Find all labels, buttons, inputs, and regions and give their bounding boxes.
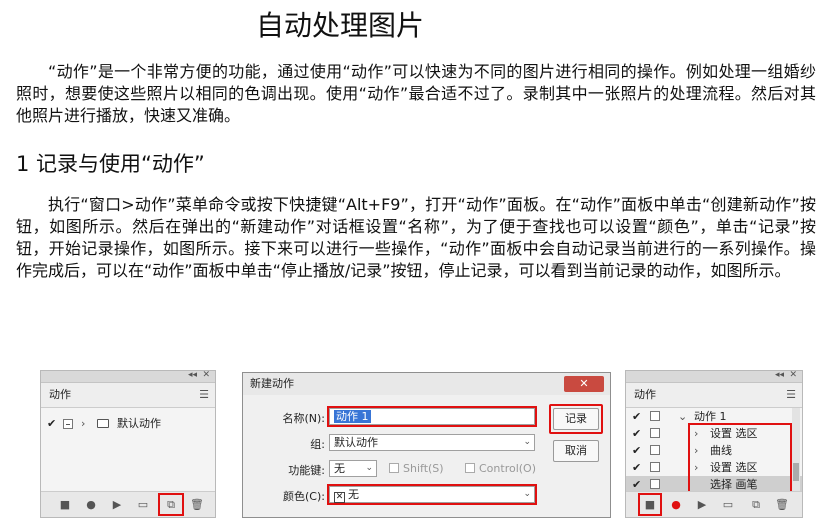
play-icon[interactable]: ▶ (109, 497, 125, 513)
highlight-box (638, 493, 662, 516)
dialog-toggle-icon[interactable] (650, 411, 660, 421)
highlight-box (158, 493, 184, 516)
check-icon[interactable]: ✔ (632, 442, 642, 459)
action-set-name: 默认动作 (117, 417, 161, 430)
trash-icon[interactable]: 🗑 (189, 497, 205, 513)
chevron-down-icon: ⌄ (365, 463, 373, 473)
panel-footer: ■ ● ▶ ▭ ⧉ 🗑 (626, 491, 802, 517)
shift-checkbox[interactable]: Shift(S) (389, 462, 444, 475)
record-icon[interactable]: ● (83, 497, 99, 513)
check-icon[interactable]: ✔ (632, 425, 642, 442)
section-heading: 1 记录与使用“动作” (16, 152, 205, 176)
group-select[interactable]: 默认动作 ⌄ (329, 434, 535, 451)
close-icon[interactable]: ✕ (789, 370, 797, 380)
check-icon[interactable]: ✔ (47, 414, 57, 434)
dialog-toggle-icon[interactable] (650, 445, 660, 455)
new-action-icon[interactable]: ⧉ (748, 497, 764, 513)
scrollbar[interactable] (792, 408, 800, 491)
dialog-toggle-icon[interactable] (650, 428, 660, 438)
dialog-titlebar: 新建动作 ✕ (243, 373, 610, 395)
page-title: 自动处理图片 (255, 9, 424, 42)
dialog-title: 新建动作 (250, 377, 294, 390)
actions-list: ✔ › 默认动作 (41, 407, 215, 491)
close-icon[interactable]: ✕ (202, 370, 210, 380)
tab-actions[interactable]: 动作 (41, 384, 79, 406)
highlight-box (327, 484, 537, 505)
chevron-down-icon: ⌄ (523, 437, 531, 447)
stop-icon[interactable]: ■ (57, 497, 73, 513)
body-paragraph: 执行“窗口>动作”菜单命令或按下快捷键“Alt+F9”，打开“动作”面板。在“动… (16, 195, 816, 280)
function-key-select[interactable]: 无 ⌄ (329, 460, 377, 477)
panel-menu-icon[interactable]: ☰ (199, 388, 209, 401)
close-icon[interactable]: ✕ (564, 376, 604, 392)
chevron-down-icon[interactable]: ⌄ (678, 408, 687, 425)
actions-panel-recorded: ◂◂ ✕ 动作 ☰ ✔ ⌄ 动作 1 ✔ › 设置 选区 ✔ › 曲线 ✔ › … (625, 370, 803, 518)
cancel-button[interactable]: 取消 (553, 440, 599, 462)
name-label: 名称(N): (282, 412, 325, 425)
highlight-box (327, 406, 537, 427)
highlight-box (688, 423, 792, 495)
panel-titlebar: ◂◂ ✕ (626, 370, 802, 383)
intro-paragraph: “动作”是一个非常方便的功能，通过使用“动作”可以快速为不同的图片进行相同的操作… (16, 62, 816, 125)
chevron-right-icon[interactable]: › (81, 414, 85, 434)
folder-icon[interactable]: ▭ (135, 497, 151, 513)
control-checkbox[interactable]: Control(O) (465, 462, 536, 475)
tab-actions[interactable]: 动作 (626, 384, 664, 406)
panel-menu-icon[interactable]: ☰ (786, 388, 796, 401)
color-label: 颜色(C): (283, 490, 325, 503)
trash-icon[interactable]: 🗑 (774, 497, 790, 513)
collapse-icon[interactable]: ◂◂ (775, 370, 784, 380)
dialog-toggle-icon[interactable] (650, 479, 660, 489)
group-label: 组: (310, 438, 325, 451)
highlight-box (549, 404, 603, 434)
new-action-dialog: 新建动作 ✕ 名称(N): 动作 1 组: 默认动作 ⌄ 功能键: 无 ⌄ Sh… (242, 372, 611, 518)
function-key-label: 功能键: (288, 464, 325, 477)
check-icon[interactable]: ✔ (632, 459, 642, 476)
dialog-toggle-icon[interactable] (63, 419, 73, 429)
check-icon[interactable]: ✔ (632, 408, 642, 425)
collapse-icon[interactable]: ◂◂ (188, 370, 197, 380)
panel-footer: ■ ● ▶ ▭ ⧉ 🗑 (41, 491, 215, 517)
scrollbar-thumb[interactable] (793, 463, 799, 481)
list-item[interactable]: ✔ › 默认动作 (41, 414, 215, 434)
play-icon[interactable]: ▶ (694, 497, 710, 513)
actions-list: ✔ ⌄ 动作 1 ✔ › 设置 选区 ✔ › 曲线 ✔ › 设置 选区 ✔ 选择… (626, 407, 802, 495)
record-icon[interactable]: ● (668, 497, 684, 513)
dialog-toggle-icon[interactable] (650, 462, 660, 472)
panel-titlebar: ◂◂ ✕ (41, 370, 215, 383)
actions-panel-initial: ◂◂ ✕ 动作 ☰ ✔ › 默认动作 ■ ● ▶ ▭ ⧉ 🗑 (40, 370, 216, 518)
folder-icon[interactable]: ▭ (720, 497, 736, 513)
folder-icon (97, 419, 109, 428)
